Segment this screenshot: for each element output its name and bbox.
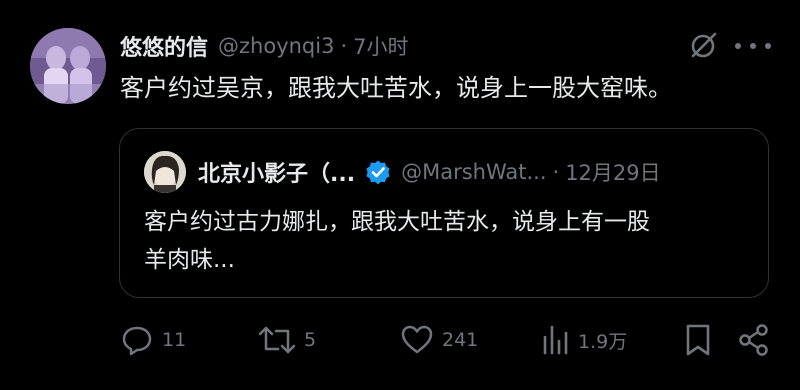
views-count: 1.9万 xyxy=(578,330,628,353)
header-separator: · xyxy=(340,34,348,58)
quoted-avatar-photo xyxy=(144,151,186,193)
quoted-author-handle[interactable]: @MarshWat... xyxy=(401,160,546,184)
share-icon xyxy=(739,324,768,356)
quoted-text-line: 客户约过古力娜扎，跟我大吐苦水，说身上有一股 xyxy=(144,209,650,235)
more-dot xyxy=(750,43,756,49)
tweet-header: 悠悠的信 @zhoynqi3 · 7小时 xyxy=(120,28,409,64)
quoted-tweet-header: 北京小影子（... @MarshWat... · 12月29日 xyxy=(198,155,661,189)
quoted-author-avatar[interactable] xyxy=(144,151,186,193)
retweet-button[interactable]: 5 xyxy=(258,318,316,362)
share-button[interactable] xyxy=(737,318,771,362)
retweet-count: 5 xyxy=(304,329,317,351)
reply-count: 11 xyxy=(162,329,187,351)
views-icon xyxy=(543,325,568,355)
bookmark-icon xyxy=(686,324,710,356)
quoted-tweet[interactable]: 北京小影子（... @MarshWat... · 12月29日 客户约过古力娜扎… xyxy=(119,128,769,298)
quoted-text-line: 羊肉味... xyxy=(144,247,235,273)
grok-icon xyxy=(691,32,717,58)
more-dot xyxy=(735,43,741,49)
quoted-author-name[interactable]: 北京小影子（... xyxy=(198,156,355,188)
like-count: 241 xyxy=(442,329,479,351)
author-handle[interactable]: @zhoynqi3 xyxy=(218,34,334,58)
grok-button[interactable] xyxy=(688,31,718,61)
more-dot xyxy=(765,43,771,49)
views-button[interactable]: 1.9万 xyxy=(540,318,627,362)
quoted-header-separator: · xyxy=(552,160,560,184)
bookmark-button[interactable] xyxy=(683,318,713,362)
action-bar: 11 5 241 1.9万 xyxy=(0,318,800,362)
verified-badge-icon xyxy=(366,160,390,185)
reply-icon xyxy=(122,326,152,356)
heart-icon xyxy=(401,325,433,354)
tweet-text: 客户约过吴京，跟我大吐苦水，说身上一股大窑味。 xyxy=(120,74,672,102)
quoted-tweet-text: 客户约过古力娜扎，跟我大吐苦水，说身上有一股 羊肉味... xyxy=(144,203,754,279)
retweet-icon xyxy=(258,326,296,354)
more-icon[interactable] xyxy=(735,31,771,61)
author-avatar[interactable] xyxy=(30,28,106,104)
reply-button[interactable]: 11 xyxy=(120,318,186,362)
like-button[interactable]: 241 xyxy=(400,318,478,362)
author-name[interactable]: 悠悠的信 xyxy=(120,30,208,62)
tweet-timestamp[interactable]: 7小时 xyxy=(353,31,408,61)
avatar-photo xyxy=(30,28,106,104)
quoted-tweet-timestamp[interactable]: 12月29日 xyxy=(565,157,660,187)
